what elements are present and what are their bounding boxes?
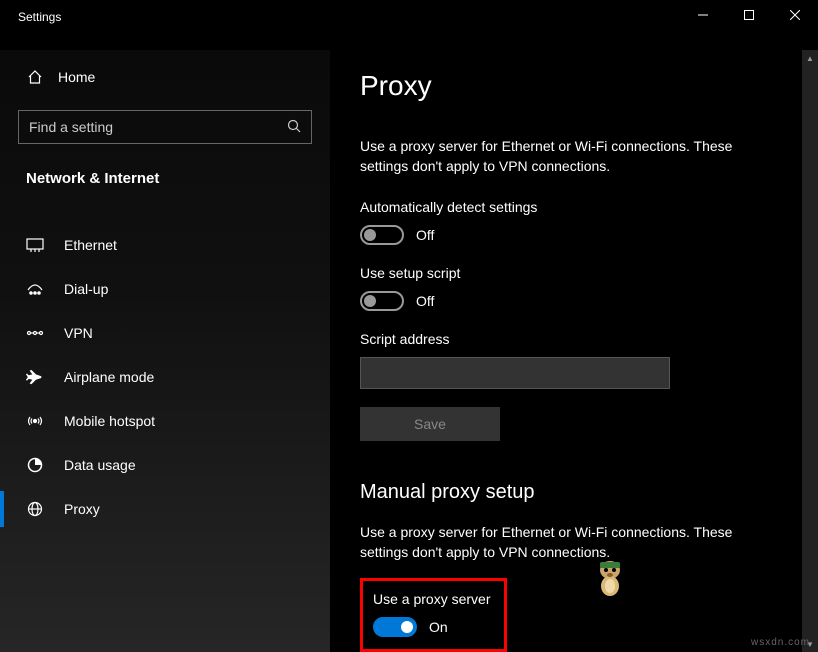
search-icon bbox=[287, 119, 301, 136]
intro-text: Use a proxy server for Ethernet or Wi-Fi… bbox=[360, 136, 778, 177]
close-button[interactable] bbox=[772, 0, 818, 30]
search-input[interactable] bbox=[18, 110, 312, 144]
scrollbar[interactable]: ▲ ▼ bbox=[802, 50, 818, 652]
nav-list: Ethernet Dial-up VPN Airplane mode bbox=[18, 223, 312, 531]
auto-detect-label: Automatically detect settings bbox=[360, 199, 778, 215]
vpn-icon bbox=[26, 324, 44, 342]
maximize-button[interactable] bbox=[726, 0, 772, 30]
title-bar: Settings bbox=[0, 0, 818, 50]
sidebar-item-datausage[interactable]: Data usage bbox=[18, 443, 312, 487]
sidebar-item-label: Proxy bbox=[64, 501, 100, 517]
minimize-button[interactable] bbox=[680, 0, 726, 30]
sidebar-item-hotspot[interactable]: Mobile hotspot bbox=[18, 399, 312, 443]
auto-detect-toggle[interactable] bbox=[360, 225, 404, 245]
sidebar-item-vpn[interactable]: VPN bbox=[18, 311, 312, 355]
ethernet-icon bbox=[26, 236, 44, 254]
globe-icon bbox=[26, 500, 44, 518]
sidebar-item-proxy[interactable]: Proxy bbox=[18, 487, 312, 531]
highlight-annotation: Use a proxy server On bbox=[360, 578, 507, 652]
page-title: Proxy bbox=[360, 70, 778, 102]
home-label: Home bbox=[58, 69, 95, 85]
setup-script-label: Use setup script bbox=[360, 265, 778, 281]
mascot-icon bbox=[592, 556, 628, 596]
scroll-up-icon[interactable]: ▲ bbox=[802, 50, 818, 66]
auto-detect-state: Off bbox=[416, 227, 434, 243]
sidebar-item-label: Dial-up bbox=[64, 281, 108, 297]
script-address-input[interactable] bbox=[360, 357, 670, 389]
section-heading: Network & Internet bbox=[18, 158, 312, 199]
sidebar-item-label: VPN bbox=[64, 325, 93, 341]
sidebar-item-ethernet[interactable]: Ethernet bbox=[18, 223, 312, 267]
setup-script-toggle[interactable] bbox=[360, 291, 404, 311]
use-proxy-state: On bbox=[429, 619, 448, 635]
sidebar-item-label: Ethernet bbox=[64, 237, 117, 253]
sidebar-item-label: Airplane mode bbox=[64, 369, 154, 385]
dialup-icon bbox=[26, 280, 44, 298]
window-title: Settings bbox=[0, 0, 61, 24]
script-address-label: Script address bbox=[360, 331, 778, 347]
save-button[interactable]: Save bbox=[360, 407, 500, 441]
sidebar-item-airplane[interactable]: Airplane mode bbox=[18, 355, 312, 399]
sidebar-item-label: Mobile hotspot bbox=[64, 413, 155, 429]
hotspot-icon bbox=[26, 412, 44, 430]
data-usage-icon bbox=[26, 456, 44, 474]
sidebar: Home Network & Internet Ethernet bbox=[0, 50, 330, 652]
use-proxy-label: Use a proxy server bbox=[373, 591, 490, 607]
home-button[interactable]: Home bbox=[18, 50, 312, 92]
search-field[interactable] bbox=[29, 119, 287, 135]
sidebar-item-label: Data usage bbox=[64, 457, 136, 473]
setup-script-state: Off bbox=[416, 293, 434, 309]
sidebar-item-dialup[interactable]: Dial-up bbox=[18, 267, 312, 311]
manual-intro: Use a proxy server for Ethernet or Wi-Fi… bbox=[360, 522, 778, 563]
home-icon bbox=[26, 68, 44, 86]
manual-heading: Manual proxy setup bbox=[360, 481, 778, 504]
content-area: Proxy Use a proxy server for Ethernet or… bbox=[330, 50, 818, 652]
watermark: wsxdn.com bbox=[751, 637, 810, 648]
use-proxy-toggle[interactable] bbox=[373, 617, 417, 637]
airplane-icon bbox=[26, 368, 44, 386]
